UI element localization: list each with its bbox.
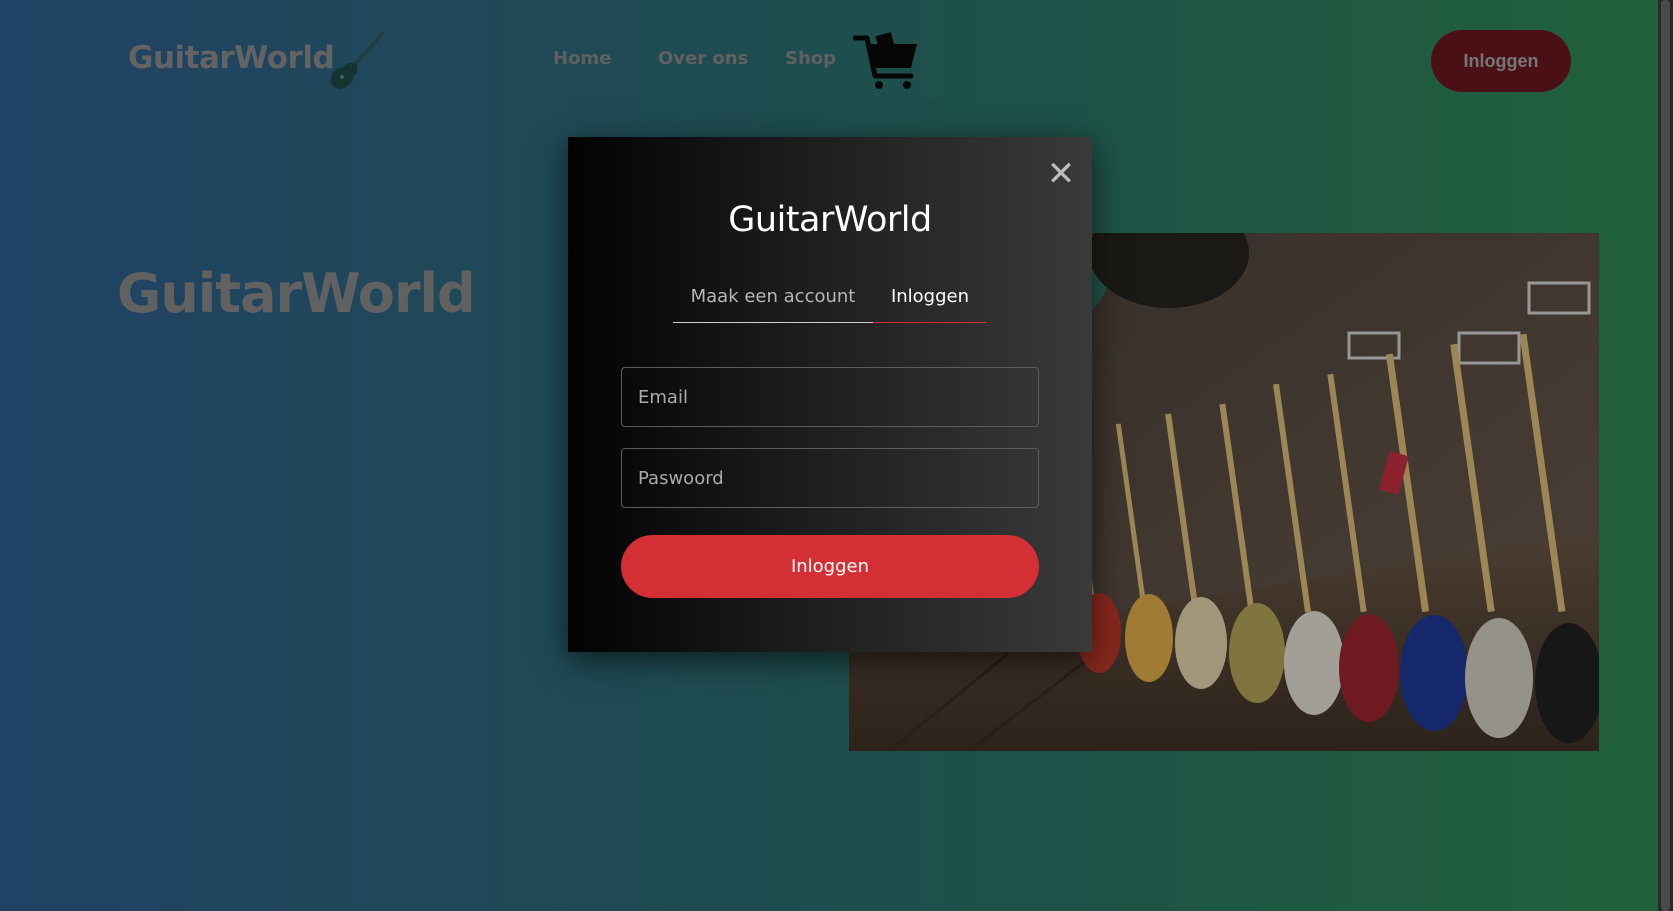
modal-title: GuitarWorld [728, 200, 932, 240]
page: GuitarWorld Home Over ons Shop Inloggen … [0, 0, 1658, 911]
close-icon[interactable]: ✕ [1046, 157, 1076, 191]
email-field[interactable] [621, 367, 1039, 427]
tab-login[interactable]: Inloggen [873, 286, 987, 323]
login-submit-button[interactable]: Inloggen [621, 535, 1039, 598]
login-modal: ✕ GuitarWorld Maak een account Inloggen … [568, 137, 1092, 652]
password-field[interactable] [621, 448, 1039, 508]
scrollbar-thumb[interactable] [1661, 0, 1670, 911]
scrollbar[interactable] [1658, 0, 1673, 911]
tab-register[interactable]: Maak een account [673, 286, 873, 323]
